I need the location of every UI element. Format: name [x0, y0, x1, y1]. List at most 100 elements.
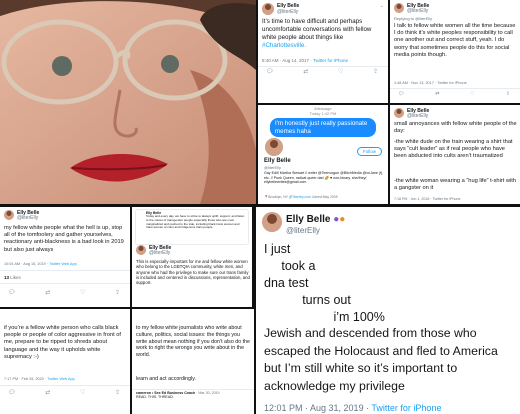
tweet-fellow-white-people[interactable]: Elly Belle @literElly my fellow white pe…: [0, 207, 130, 307]
tweet-text: my fellow white people what the hell is …: [4, 225, 124, 253]
tweet-actions: 💬︎ ⇄ ♡ ⇪: [8, 289, 120, 296]
time-text: 12:01 PM · Aug 31, 2019 ·: [264, 403, 372, 413]
hashtag-link[interactable]: #Charlottesville.: [262, 42, 306, 49]
tweet-text: It’s time to have difficult and perhaps …: [262, 18, 386, 50]
tweet-timestamp: 12:01 PM · Aug 31, 2019 · Twitter for iP…: [264, 403, 441, 413]
avatar[interactable]: [136, 245, 146, 255]
tweet-actions: 💬︎ ⇄ ♡ ⇪: [266, 68, 378, 75]
tweet-dna-test[interactable]: Elly Belle ●● @literElly I just took a d…: [256, 207, 520, 414]
share-icon[interactable]: ⇪: [115, 289, 120, 296]
divider: [258, 66, 388, 67]
tweet-text: This is especially important for me and …: [136, 259, 250, 286]
profile-bio: Gay Edit! Martha Stewart // writer @Teen…: [264, 171, 384, 185]
quoted-tweet[interactable]: Elly Belle Today and every day, we have …: [135, 209, 249, 245]
quoted-text: Today and every day, we have to strive t…: [146, 214, 245, 230]
likes-count[interactable]: 13 Likes: [4, 275, 21, 280]
profile-photo: [0, 0, 256, 204]
tweet-aggressive-language[interactable]: if you’re a fellow white person who call…: [0, 309, 130, 414]
reply-icon[interactable]: 💬︎: [266, 68, 274, 75]
tweet-text-item-1: -the white dude on the train wearing a s…: [394, 139, 513, 159]
reply-icon[interactable]: 💬︎: [8, 389, 16, 396]
divider: [0, 385, 130, 386]
source-link[interactable]: Twitter Web App: [47, 377, 75, 381]
time-text: 8:40 AM · Aug 14, 2017 ·: [262, 58, 313, 63]
tweet-text: I talk to fellow white women all the tim…: [394, 23, 516, 58]
share-icon[interactable]: ⇪: [373, 68, 378, 75]
tweet-actions: 💬︎ ⇄ ♡ ⇪: [398, 91, 510, 97]
tweet-call-out[interactable]: Elly Belle @literElly Replying to @liter…: [390, 0, 520, 103]
share-icon[interactable]: ⇪: [115, 389, 120, 396]
tweet-actions: 💬︎ ⇄ ♡ ⇪: [8, 389, 120, 396]
author-handle[interactable]: @literElly: [286, 226, 320, 235]
author-name[interactable]: Elly Belle ●●: [286, 214, 345, 225]
face-photo: [0, 0, 256, 204]
orange-emoji-icon: ●: [339, 214, 346, 225]
like-icon[interactable]: ♡: [80, 389, 85, 396]
source-link[interactable]: Twitter for iPhone: [313, 58, 348, 63]
follow-button[interactable]: Follow: [356, 147, 382, 156]
author-handle[interactable]: @literElly: [407, 8, 428, 15]
imessage-profile-card: iMessage Today 1:42 PM I'm honestly just…: [258, 105, 388, 204]
avatar[interactable]: [394, 108, 404, 118]
source-link[interactable]: Twitter Web App: [49, 262, 77, 266]
avatar[interactable]: [394, 3, 404, 13]
replying-to[interactable]: Replying to @literElly: [394, 16, 432, 21]
tweet-text-item-2: -the white woman wearing a “hug life” t-…: [394, 178, 517, 191]
tweet-small-annoyances[interactable]: Elly Belle @literElly small annoyances w…: [390, 105, 520, 204]
tweet-text: Jewish and descended from those who esca…: [264, 326, 498, 393]
divider: [0, 270, 130, 271]
reply-icon[interactable]: 💬︎: [8, 289, 16, 296]
retweet-icon[interactable]: ⇄: [45, 389, 50, 396]
profile-meta: 📍Brooklyn, NY 🔗literelly.com Joined May …: [264, 195, 338, 199]
avatar[interactable]: [262, 212, 282, 232]
profile-link[interactable]: literelly.com: [293, 195, 311, 199]
avatar[interactable]: [4, 210, 14, 220]
imessage-day: Today 1:42 PM: [309, 111, 337, 116]
share-icon[interactable]: ⇪: [506, 91, 510, 97]
likes-label: Likes: [10, 275, 21, 280]
author-handle[interactable]: @literElly: [407, 113, 428, 120]
likes-number: 13: [4, 275, 10, 280]
chevron-down-icon[interactable]: ⌄: [380, 3, 384, 10]
tweet-timestamp: 10:04 AM · Aug 15, 2019 · Twitter Web Ap…: [4, 262, 77, 266]
retweet-icon[interactable]: ⇄: [435, 91, 439, 97]
tweet-text-closing: learn and act accordingly.: [136, 376, 196, 382]
source-link[interactable]: Twitter for iPhone: [371, 403, 441, 413]
tweet-trans-support[interactable]: Elly Belle Today and every day, we have …: [132, 207, 252, 307]
like-icon[interactable]: ♡: [470, 91, 474, 97]
like-icon[interactable]: ♡: [80, 289, 85, 296]
tweet-timestamp: 7:18 PM · Jun 1, 2018 · Twitter for iPho…: [394, 197, 461, 201]
location: Brooklyn, NY: [268, 195, 288, 199]
tweet-text-intro: small annoyances with fellow white peopl…: [394, 121, 517, 134]
tweet-timestamp: 8:40 AM · Aug 14, 2017 · Twitter for iPh…: [262, 58, 348, 63]
author-handle[interactable]: @literElly: [277, 9, 298, 16]
author-name-text: Elly Belle: [286, 214, 331, 225]
reply-tweet[interactable]: cameron • Sex Ed Business Coach · Mar 30…: [136, 391, 252, 399]
message-bubble: I'm honestly just really passionate meme…: [270, 118, 376, 138]
joined-date: Joined May 2009: [311, 195, 338, 199]
avatar[interactable]: [262, 3, 274, 15]
author-handle[interactable]: @literElly: [149, 250, 170, 257]
tweet-journalists[interactable]: to my fellow white journalists who write…: [132, 309, 254, 414]
reply-date: · Mar 30, 2019: [196, 391, 220, 395]
time-text: 10:04 AM · Aug 15, 2019 ·: [4, 262, 50, 266]
tweet-timestamp: 1:48 AM · Nov 13, 2017 · Twitter for iPh…: [394, 81, 467, 85]
retweet-icon[interactable]: ⇄: [45, 289, 50, 296]
tweet-text-body: It’s time to have difficult and perhaps …: [262, 18, 372, 41]
tweet-text: if you’re a fellow white person who call…: [4, 325, 121, 360]
tweet-text: to my fellow white journalists who write…: [136, 325, 250, 359]
divider: [0, 283, 130, 284]
tweet-charlottesville[interactable]: Elly Belle @literElly ⌄ It’s time to hav…: [258, 0, 388, 103]
author-handle[interactable]: @literElly: [264, 165, 281, 170]
reply-icon[interactable]: 💬︎: [398, 91, 404, 97]
author-handle[interactable]: @literElly: [17, 215, 38, 222]
time-text: 7:17 PM · Feb 26, 2020 ·: [4, 377, 48, 381]
like-icon[interactable]: ♡: [338, 68, 343, 75]
avatar[interactable]: [264, 137, 284, 157]
tweet-text-stanza: I just took a dna test turns out i’m 100…: [264, 242, 385, 324]
tweet-timestamp: 7:17 PM · Feb 26, 2020 · Twitter Web App: [4, 377, 75, 381]
retweet-icon[interactable]: ⇄: [303, 68, 308, 75]
divider: [132, 389, 254, 390]
author-name[interactable]: Elly Belle: [264, 158, 291, 164]
divider: [390, 88, 520, 89]
